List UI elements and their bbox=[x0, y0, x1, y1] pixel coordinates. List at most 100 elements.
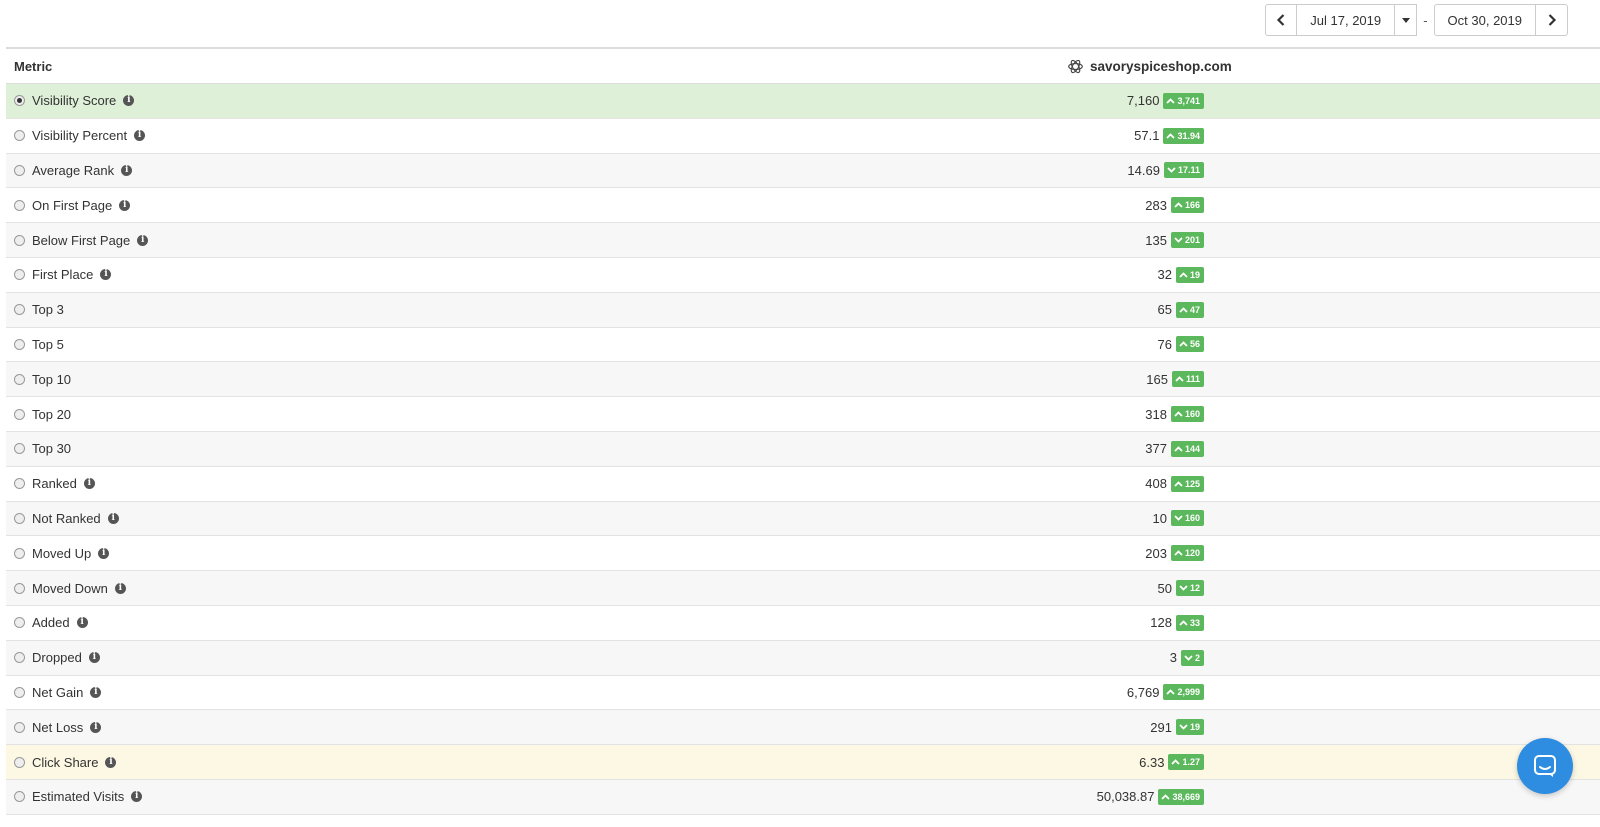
metric-radio[interactable] bbox=[14, 582, 25, 594]
metric-radio[interactable] bbox=[14, 269, 25, 281]
change-badge: 17.11 bbox=[1163, 162, 1204, 179]
metric-value: 14.69 bbox=[1127, 162, 1160, 178]
metric-label-text: Top 5 bbox=[32, 336, 64, 352]
metric-radio[interactable] bbox=[14, 130, 25, 142]
table-row[interactable]: Net Loss i 291 19 bbox=[6, 710, 1600, 746]
info-icon[interactable]: i bbox=[90, 721, 102, 733]
info-icon[interactable]: i bbox=[121, 164, 133, 176]
change-value: 38,669 bbox=[1172, 791, 1200, 802]
change-value: 33 bbox=[1189, 617, 1200, 628]
table-row[interactable]: Ranked i 408 125 bbox=[6, 466, 1600, 502]
metric-radio[interactable] bbox=[14, 512, 25, 524]
metric-radio[interactable] bbox=[14, 373, 25, 385]
metric-radio[interactable] bbox=[14, 791, 25, 803]
metric-label: Moved Down i bbox=[32, 581, 126, 596]
info-icon[interactable]: i bbox=[88, 652, 100, 664]
metric-label: Top 10 bbox=[32, 372, 71, 387]
table-row[interactable]: Visibility Score i 7,160 3,741 bbox=[6, 84, 1600, 119]
metric-value: 50 bbox=[1157, 580, 1172, 596]
metric-radio[interactable] bbox=[14, 199, 25, 211]
table-row[interactable]: Moved Up i 203 120 bbox=[6, 536, 1600, 572]
metric-radio[interactable] bbox=[14, 617, 25, 629]
arrow-down-icon bbox=[1174, 237, 1183, 243]
info-icon[interactable]: i bbox=[105, 756, 117, 768]
metric-value-cell: 6,769 2,999 bbox=[1127, 684, 1204, 701]
info-icon[interactable]: i bbox=[134, 130, 146, 142]
table-row[interactable]: Top 3 65 47 bbox=[6, 292, 1600, 328]
metric-radio[interactable] bbox=[14, 338, 25, 350]
info-icon[interactable]: i bbox=[114, 582, 126, 594]
metric-radio[interactable] bbox=[14, 304, 25, 316]
info-icon[interactable]: i bbox=[137, 234, 149, 246]
table-row[interactable]: Visibility Percent i 57.1 31.94 bbox=[6, 118, 1600, 154]
table-row[interactable]: Dropped i 3 2 bbox=[6, 640, 1600, 676]
metric-label-text: Below First Page bbox=[32, 232, 131, 248]
info-icon[interactable]: i bbox=[90, 686, 102, 698]
metric-label-text: Net Loss bbox=[32, 719, 84, 735]
metric-label-text: Top 10 bbox=[32, 371, 72, 387]
table-row[interactable]: On First Page i 283 166 bbox=[6, 188, 1600, 224]
arrow-up-icon bbox=[1174, 202, 1183, 208]
table-row[interactable]: Top 10 165 111 bbox=[6, 362, 1600, 398]
chat-launcher-button[interactable] bbox=[1517, 738, 1573, 794]
metric-value: 135 bbox=[1145, 232, 1167, 248]
arrow-up-icon bbox=[1179, 272, 1188, 278]
change-value: 19 bbox=[1189, 269, 1200, 280]
table-row[interactable]: Moved Down i 50 12 bbox=[6, 571, 1600, 606]
change-badge: 3,741 bbox=[1163, 92, 1204, 109]
metric-radio[interactable] bbox=[14, 756, 25, 768]
change-value: 1.27 bbox=[1182, 757, 1200, 768]
arrow-up-icon bbox=[1174, 446, 1183, 452]
info-icon[interactable]: i bbox=[107, 512, 119, 524]
arrow-up-icon bbox=[1161, 794, 1171, 800]
table-row[interactable]: Added i 128 33 bbox=[6, 605, 1600, 641]
metric-radio[interactable] bbox=[14, 95, 25, 107]
table-row[interactable]: Click Share i 6.33 1.27 bbox=[6, 745, 1600, 780]
metric-value: 203 bbox=[1145, 545, 1167, 561]
info-icon[interactable]: i bbox=[119, 199, 131, 211]
date-range-picker: Jul 17, 2019 - Oct 30, 2019 bbox=[1265, 4, 1568, 36]
next-period-button[interactable] bbox=[1536, 4, 1568, 36]
previous-period-button[interactable] bbox=[1265, 4, 1298, 36]
info-icon[interactable]: i bbox=[100, 269, 112, 281]
chevron-left-icon bbox=[1277, 14, 1285, 26]
table-row[interactable]: Top 30 377 144 bbox=[6, 431, 1600, 467]
info-icon[interactable]: i bbox=[98, 547, 110, 559]
change-badge: 2 bbox=[1180, 649, 1204, 666]
metric-label-text: Dropped bbox=[32, 650, 82, 666]
metric-radio[interactable] bbox=[14, 652, 25, 664]
info-icon[interactable]: i bbox=[123, 95, 135, 107]
table-row[interactable]: Estimated Visits i 50,038.87 38,669 bbox=[6, 779, 1600, 815]
end-date-field[interactable]: Oct 30, 2019 bbox=[1433, 4, 1536, 36]
table-row[interactable]: Average Rank i 14.69 17.11 bbox=[6, 153, 1600, 189]
table-row[interactable]: Not Ranked i 10 160 bbox=[6, 501, 1600, 537]
metric-radio[interactable] bbox=[14, 686, 25, 698]
metric-radio[interactable] bbox=[14, 547, 25, 559]
info-icon[interactable]: i bbox=[83, 478, 95, 490]
metric-radio[interactable] bbox=[14, 234, 25, 246]
metric-radio[interactable] bbox=[14, 478, 25, 490]
table-row[interactable]: First Place i 32 19 bbox=[6, 257, 1600, 293]
table-row[interactable]: Net Gain i 6,769 2,999 bbox=[6, 675, 1600, 711]
metric-radio[interactable] bbox=[14, 164, 25, 176]
info-icon[interactable]: i bbox=[131, 791, 143, 803]
start-date-dropdown-button[interactable] bbox=[1395, 4, 1418, 36]
metric-label-text: Net Gain bbox=[32, 684, 84, 700]
change-badge: 38,669 bbox=[1158, 788, 1204, 805]
metric-radio[interactable] bbox=[14, 721, 25, 733]
metric-radio[interactable] bbox=[14, 443, 25, 455]
info-icon[interactable]: i bbox=[76, 617, 88, 629]
metric-radio[interactable] bbox=[14, 408, 25, 420]
table-row[interactable]: Top 5 76 56 bbox=[6, 327, 1600, 363]
change-value: 19 bbox=[1189, 722, 1200, 733]
metric-label: Top 20 bbox=[32, 407, 71, 422]
metric-value-cell: 65 47 bbox=[1158, 301, 1204, 318]
table-row[interactable]: Top 20 318 160 bbox=[6, 397, 1600, 432]
change-badge: 33 bbox=[1175, 614, 1204, 631]
start-date-field[interactable]: Jul 17, 2019 bbox=[1297, 4, 1396, 36]
table-row[interactable]: Below First Page i 135 201 bbox=[6, 223, 1600, 258]
arrow-down-icon bbox=[1179, 724, 1188, 731]
change-badge: 1.27 bbox=[1168, 754, 1204, 771]
metric-label-text: Not Ranked bbox=[32, 510, 101, 526]
change-badge: 31.94 bbox=[1163, 127, 1204, 144]
